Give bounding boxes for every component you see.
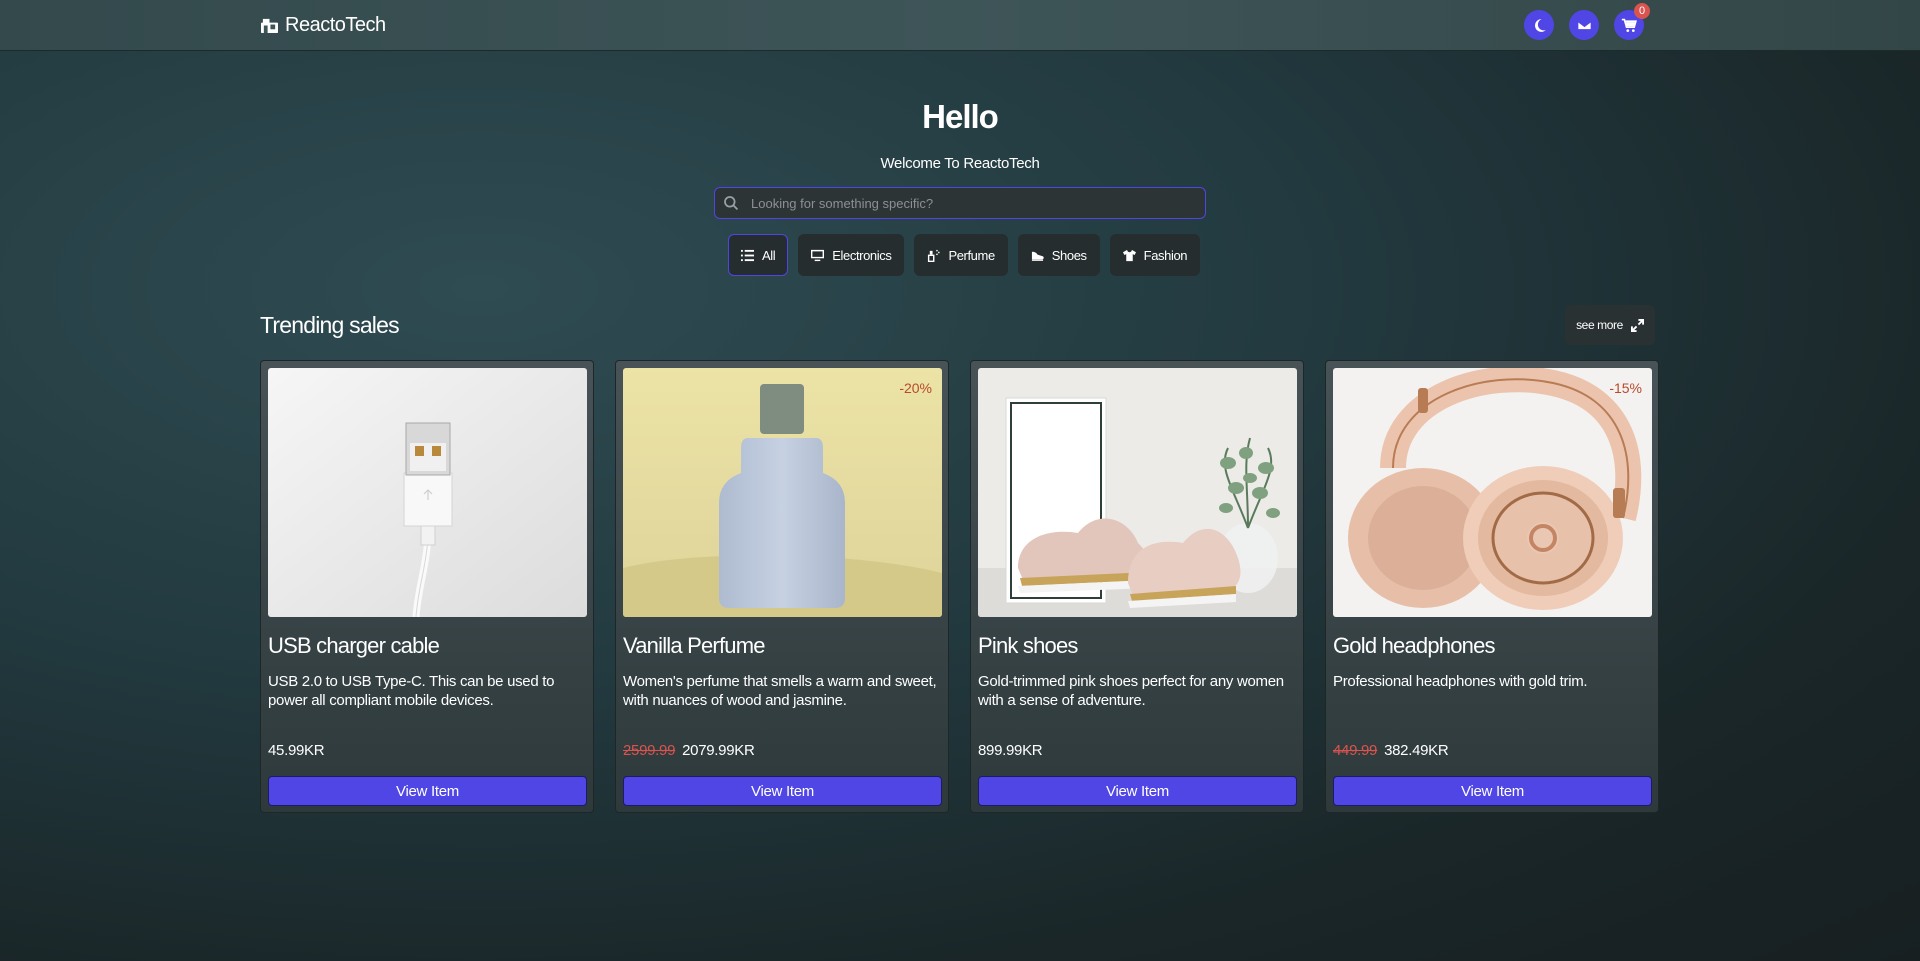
perfume-bottle-image[interactable]: -20%	[623, 368, 942, 617]
product-card: USB charger cable USB 2.0 to USB Type-C.…	[260, 360, 594, 813]
category-label: Perfume	[948, 247, 995, 263]
product-card: -20% Vanilla Perfume Women's perfume tha…	[615, 360, 949, 813]
category-label: Shoes	[1051, 247, 1087, 263]
product-description: USB 2.0 to USB Type-C. This can be used …	[268, 673, 555, 709]
product-price: 45.99KR	[268, 742, 325, 759]
expand-icon	[1630, 318, 1644, 332]
pink-shoes-image[interactable]	[978, 368, 1297, 617]
see-more-button[interactable]: see more	[1565, 305, 1655, 345]
shirt-icon	[1122, 249, 1136, 261]
price-current: 45.99KR	[268, 742, 325, 759]
usb-cable-image[interactable]	[268, 368, 587, 617]
view-item-button[interactable]: View Item	[623, 776, 942, 806]
brand-logo[interactable]: ReactoTech	[260, 13, 386, 37]
product-card: Pink shoes Gold-trimmed pink shoes perfe…	[970, 360, 1304, 813]
envelope-icon	[1576, 20, 1592, 30]
brand-name: ReactoTech	[285, 13, 386, 36]
headphones-image[interactable]: -15%	[1333, 368, 1652, 617]
list-icon	[741, 249, 754, 261]
shop-icon	[261, 18, 278, 33]
contact-button[interactable]	[1569, 10, 1599, 40]
product-title: USB charger cable	[268, 633, 440, 658]
price-current: 899.99KR	[978, 742, 1043, 759]
search-bar	[714, 187, 1206, 219]
spray-bottle-icon	[928, 249, 940, 262]
navbar: ReactoTech 0	[0, 0, 1920, 51]
product-grid: USB charger cable USB 2.0 to USB Type-C.…	[260, 360, 1659, 813]
discount-badge: -15%	[1609, 380, 1642, 396]
view-item-button[interactable]: View Item	[268, 776, 587, 806]
price-current: 2079.99KR	[682, 742, 755, 759]
cart-icon	[1621, 18, 1637, 32]
category-filters: All Electronics Perfume Shoes Fashion	[728, 234, 1201, 276]
product-price: 449.99 382.49KR	[1333, 742, 1449, 759]
product-card: -15% Gold headphones Professional headph…	[1325, 360, 1659, 813]
moon-icon	[1534, 18, 1546, 32]
price-original: 2599.99	[623, 742, 676, 759]
section-title: Trending sales	[260, 312, 400, 338]
category-label: All	[762, 247, 776, 263]
monitor-icon	[811, 249, 825, 261]
hero-subtitle: Welcome To ReactoTech	[880, 155, 1040, 172]
product-description: Women's perfume that smells a warm and s…	[623, 673, 937, 709]
nav-actions: 0	[1524, 3, 1650, 40]
category-shoes[interactable]: Shoes	[1017, 234, 1100, 276]
category-label: Electronics	[832, 247, 892, 263]
product-price: 899.99KR	[978, 742, 1043, 759]
cart-count-badge: 0	[1634, 3, 1650, 19]
product-title: Gold headphones	[1333, 633, 1496, 658]
product-description: Professional headphones with gold trim.	[1333, 673, 1588, 690]
price-original: 449.99	[1333, 742, 1378, 759]
product-title: Vanilla Perfume	[623, 633, 765, 658]
category-fashion[interactable]: Fashion	[1109, 234, 1201, 276]
cart-button[interactable]: 0	[1614, 3, 1650, 40]
price-current: 382.49KR	[1384, 742, 1449, 759]
dark-mode-toggle[interactable]	[1524, 10, 1554, 40]
hero-title: Hello	[922, 98, 999, 135]
search-icon	[724, 196, 739, 211]
search-input[interactable]	[751, 195, 1191, 211]
category-all[interactable]: All	[728, 234, 789, 276]
category-label: Fashion	[1143, 247, 1188, 263]
see-more-label: see more	[1576, 318, 1623, 332]
category-electronics[interactable]: Electronics	[798, 234, 905, 276]
product-price: 2599.99 2079.99KR	[623, 742, 755, 759]
discount-badge: -20%	[899, 380, 932, 396]
category-perfume[interactable]: Perfume	[914, 234, 1008, 276]
view-item-button[interactable]: View Item	[978, 776, 1297, 806]
product-description: Gold-trimmed pink shoes perfect for any …	[978, 673, 1284, 709]
view-item-button[interactable]: View Item	[1333, 776, 1652, 806]
product-title: Pink shoes	[978, 633, 1078, 658]
shoe-icon	[1031, 251, 1044, 261]
